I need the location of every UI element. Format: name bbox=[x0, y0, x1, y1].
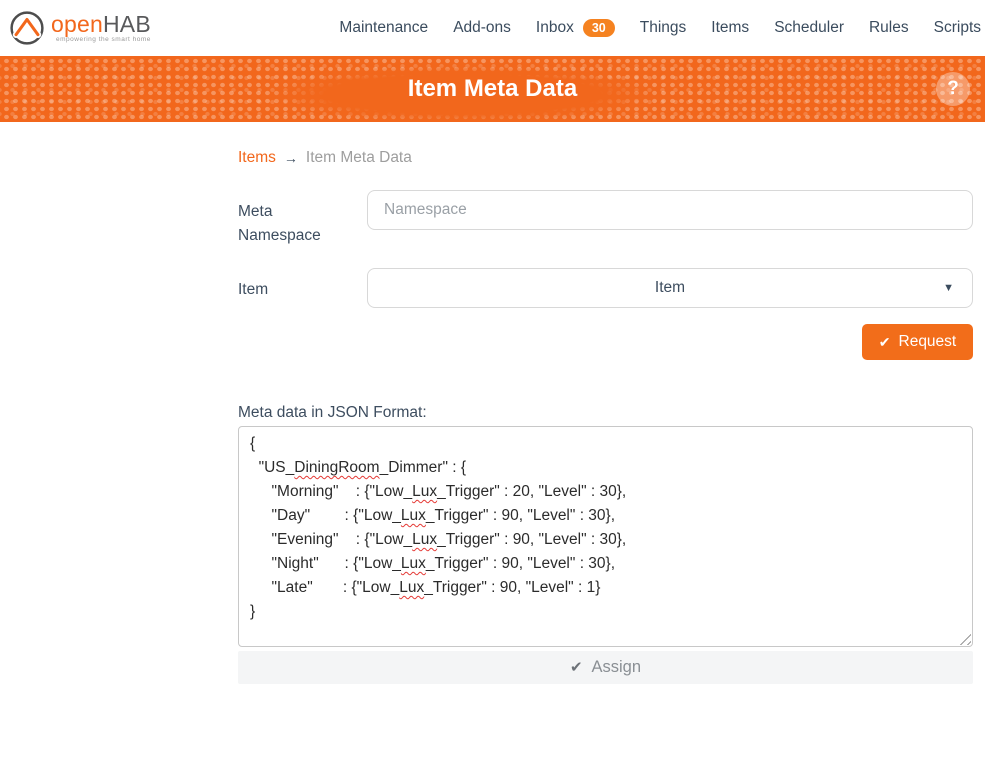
page-banner: Item Meta Data ? bbox=[0, 56, 985, 122]
logo-wordmark: openHAB empowering the smart home bbox=[51, 13, 151, 44]
nav-item-inbox-label: Inbox bbox=[536, 19, 574, 37]
nav-item-maintenance[interactable]: Maintenance bbox=[339, 19, 428, 37]
brand-hab: HAB bbox=[103, 11, 151, 37]
json-editor-content: { "US_DiningRoom_Dimmer" : { "Morning" :… bbox=[239, 427, 972, 629]
breadcrumb-arrow-icon: → bbox=[284, 150, 298, 166]
request-button-label: Request bbox=[899, 333, 957, 351]
resize-handle-icon[interactable] bbox=[959, 633, 971, 645]
assign-button-label: Assign bbox=[592, 658, 642, 677]
nav-item-addons[interactable]: Add-ons bbox=[453, 19, 511, 37]
breadcrumb-current: Item Meta Data bbox=[306, 149, 412, 167]
nav-item-scheduler[interactable]: Scheduler bbox=[774, 19, 844, 37]
item-select[interactable]: Item ▼ bbox=[367, 268, 973, 308]
namespace-input[interactable] bbox=[367, 190, 973, 230]
nav-item-things[interactable]: Things bbox=[640, 19, 687, 37]
nav-item-inbox[interactable]: Inbox 30 bbox=[536, 19, 615, 38]
breadcrumb: Items → Item Meta Data bbox=[238, 149, 412, 167]
brand-name: openHAB bbox=[51, 13, 151, 36]
openhab-logo-icon bbox=[8, 9, 46, 47]
nav-item-scripts[interactable]: Scripts bbox=[934, 19, 981, 37]
breadcrumb-items-link[interactable]: Items bbox=[238, 149, 276, 167]
page: openHAB empowering the smart home Mainte… bbox=[0, 0, 985, 758]
request-button[interactable]: ✔ Request bbox=[862, 324, 973, 360]
check-icon: ✔ bbox=[570, 660, 583, 675]
brand-open: open bbox=[51, 11, 103, 37]
inbox-count-badge: 30 bbox=[583, 19, 615, 38]
chevron-down-icon: ▼ bbox=[943, 282, 954, 294]
json-editor-textarea[interactable]: { "US_DiningRoom_Dimmer" : { "Morning" :… bbox=[238, 426, 973, 647]
nav-menu: Maintenance Add-ons Inbox 30 Things Items… bbox=[339, 19, 981, 38]
brand-tagline: empowering the smart home bbox=[51, 37, 151, 44]
check-icon: ✔ bbox=[879, 335, 891, 349]
page-title: Item Meta Data bbox=[0, 56, 985, 122]
openhab-logo[interactable]: openHAB empowering the smart home bbox=[8, 9, 151, 47]
nav-item-items[interactable]: Items bbox=[711, 19, 749, 37]
meta-namespace-label: Meta Namespace bbox=[238, 200, 353, 248]
top-navbar: openHAB empowering the smart home Mainte… bbox=[0, 0, 985, 56]
nav-item-rules[interactable]: Rules bbox=[869, 19, 909, 37]
assign-button[interactable]: ✔ Assign bbox=[238, 651, 973, 684]
help-button[interactable]: ? bbox=[936, 72, 970, 106]
item-label: Item bbox=[238, 278, 353, 302]
item-select-value: Item bbox=[655, 279, 685, 297]
json-format-label: Meta data in JSON Format: bbox=[238, 404, 427, 422]
